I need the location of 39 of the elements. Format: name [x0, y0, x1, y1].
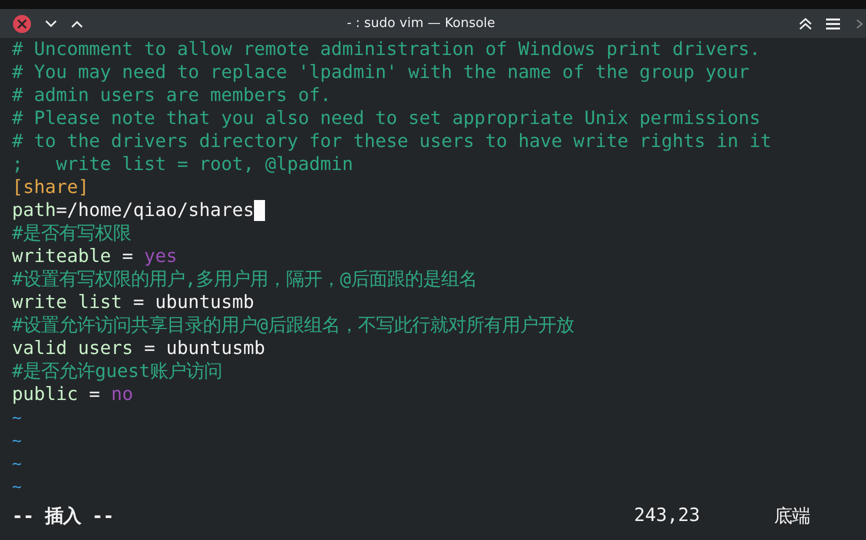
code-text: #设置有写权限的用户,多用户用，隔开，@后面跟的是组名: [12, 268, 478, 291]
code-text: =: [121, 245, 134, 268]
code-text: ~: [12, 453, 22, 475]
code-text: public: [12, 383, 78, 406]
scroll-position: 底端: [774, 504, 811, 528]
code-text: #是否有写权限: [12, 222, 132, 245]
text-cursor: [254, 200, 266, 221]
code-text: # to the drivers directory for these users to have write rights in it: [12, 130, 772, 153]
code-text: writeable: [12, 245, 112, 268]
chevron-right-icon[interactable]: [856, 18, 864, 28]
code-text: [share]: [12, 176, 90, 199]
code-text: ~: [12, 407, 22, 429]
code-text: # admin users are members of.: [12, 84, 332, 107]
code-text: =/home/qiao/shares: [56, 199, 254, 222]
code-text: # Please note that you also need to set appropriate Unix permissions: [12, 107, 760, 130]
code-text: ; write list = root, @lpadmin: [12, 153, 354, 176]
code-text: no: [111, 383, 134, 406]
code-text: valid users: [12, 337, 134, 360]
code-text: ~: [12, 476, 22, 498]
vim-mode: -- 插入 --: [12, 504, 116, 528]
code-text: =: [88, 383, 102, 406]
window-title: - : sudo vim — Konsole: [346, 16, 496, 31]
code-text: = ubuntusmb: [143, 337, 266, 360]
code-text: = ubuntusmb: [132, 291, 254, 314]
code-text: #设置允许访问共享目录的用户@后跟组名，不写此行就对所有用户开放: [12, 314, 574, 337]
chevron-up-icon[interactable]: [71, 20, 83, 28]
chevron-down-icon[interactable]: [45, 20, 57, 28]
double-chevron-up-icon[interactable]: [799, 18, 812, 30]
code-text: yes: [144, 245, 178, 268]
code-text: # Uncomment to allow remote administration of Windows print drivers.: [12, 38, 760, 61]
code-text: #是否允许guest账户访问: [12, 360, 222, 383]
code-text: path: [12, 199, 56, 222]
code-text: write list: [12, 291, 122, 314]
code-text: ~: [12, 430, 22, 452]
close-icon: [17, 18, 27, 28]
code-text: # You may need to replace 'lpadmin' with the name of the group your: [12, 61, 750, 84]
menu-icon[interactable]: [826, 18, 840, 30]
cursor-position: 243,23: [634, 504, 702, 526]
close-button[interactable]: [13, 14, 31, 32]
